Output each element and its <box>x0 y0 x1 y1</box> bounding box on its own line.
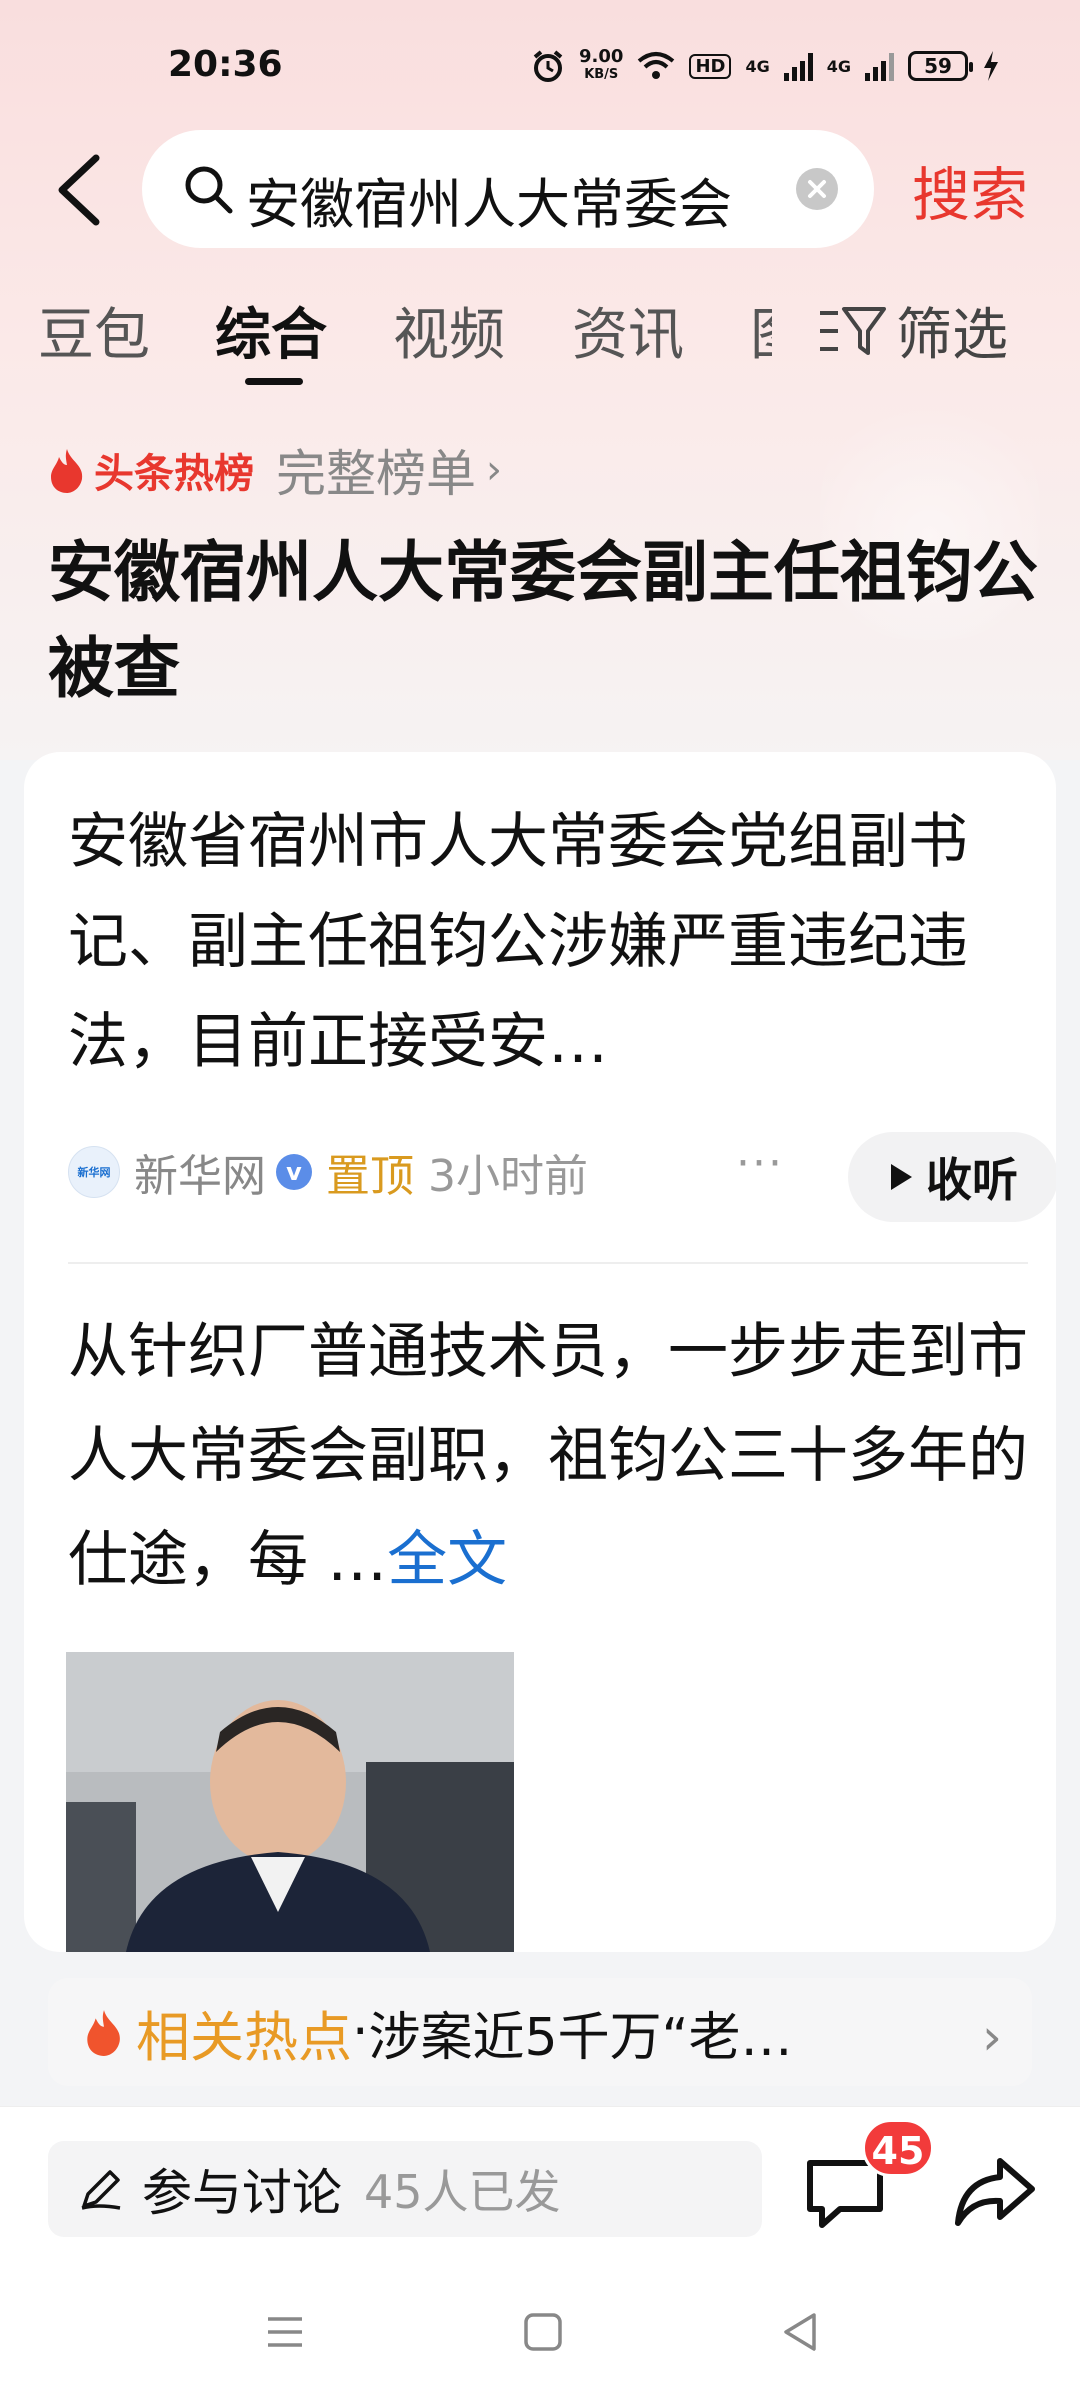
discuss-count: 45人已发 <box>364 2165 561 2219</box>
related-text: 涉案近5千万“老… <box>368 2007 793 2068</box>
signal-icon-1 <box>783 51 813 81</box>
play-icon <box>891 1164 912 1190</box>
comment-count-badge: 45 <box>862 2119 934 2177</box>
chevron-right-icon: › <box>982 2008 1002 2066</box>
tab-image-label: 图 <box>750 303 772 368</box>
charging-icon <box>984 51 998 81</box>
home-icon[interactable] <box>520 2309 566 2355</box>
hd-badge: HD <box>689 53 732 79</box>
listen-label: 收听 <box>926 1153 1018 1207</box>
related-hot-topics[interactable]: 相关热点 · 涉案近5千万“老… › <box>48 1978 1032 2086</box>
net-speed-unit: KB/S <box>584 67 619 82</box>
category-tabs: 豆包 综合 视频 资讯 图 筛选 <box>0 290 1080 390</box>
alarm-icon <box>533 50 563 82</box>
discuss-input[interactable]: 参与讨论 45人已发 <box>48 2141 762 2237</box>
net-speed-value: 9.00 <box>579 46 624 67</box>
net-gen-2: 4G <box>826 56 851 76</box>
related-label: 相关热点 <box>136 2005 352 2069</box>
related-separator: · <box>352 2002 369 2062</box>
tab-comprehensive[interactable]: 综合 <box>215 290 327 371</box>
back-arrow-icon[interactable] <box>48 150 118 230</box>
verified-icon: v <box>276 1154 312 1190</box>
wifi-icon <box>638 52 675 79</box>
article-2-body: 从针织厂普通技术员，一步步走到市人大常委会副职，祖钧公三十多年的仕途，每 … <box>68 1317 1028 1595</box>
share-icon[interactable] <box>950 2147 1040 2237</box>
article-1-text[interactable]: 安徽省宿州市人大常委会党组副书记、副主任祖钧公涉嫌严重违纪违法，目前正接受安… <box>68 792 1028 1092</box>
filter-icon <box>820 306 886 355</box>
flame-icon <box>51 449 83 493</box>
tab-image-partial[interactable]: 图 <box>750 290 772 370</box>
status-time: 20:36 <box>168 44 283 85</box>
back-triangle-icon[interactable] <box>778 2309 824 2355</box>
active-tab-indicator <box>245 378 303 385</box>
article-1-meta: 新华网 新华网 v 置顶 3小时前 ··· 收听 <box>68 1132 1056 1222</box>
search-input[interactable]: 安徽宿州人大常委会 <box>142 130 874 248</box>
tab-doubao[interactable]: 豆包 <box>38 290 150 371</box>
full-text-link[interactable]: 全文 <box>387 1525 507 1595</box>
status-icons: 9.00 KB/S HD 4G 4G 59 <box>531 48 1000 84</box>
discuss-label: 参与讨论 <box>142 2164 342 2222</box>
tab-video[interactable]: 视频 <box>393 290 505 371</box>
source-logo: 新华网 <box>68 1146 120 1198</box>
search-query: 安徽宿州人大常委会 <box>246 173 732 236</box>
chevron-right-icon: › <box>486 447 502 493</box>
net-speed: 9.00 KB/S <box>579 48 623 84</box>
publish-time: 3小时前 <box>428 1151 588 1202</box>
article-2-text[interactable]: 从针织厂普通技术员，一步步走到市人大常委会副职，祖钧公三十多年的仕途，每 …全文 <box>68 1300 1038 1612</box>
battery-indicator: 59 <box>908 51 973 81</box>
hot-list-row[interactable]: 头条热榜 完整榜单 › <box>48 440 502 503</box>
more-options-icon[interactable]: ··· <box>736 1138 784 1189</box>
close-icon <box>808 180 826 198</box>
filter-button[interactable]: 筛选 <box>818 290 1008 371</box>
tab-news[interactable]: 资讯 <box>572 290 684 371</box>
divider <box>68 1262 1028 1264</box>
menu-icon[interactable] <box>262 2309 308 2355</box>
source-name[interactable]: 新华网 <box>134 1140 266 1204</box>
signal-icon-2 <box>865 51 894 81</box>
full-list-link[interactable]: 完整榜单 <box>276 434 476 506</box>
hot-topic-title[interactable]: 安徽宿州人大常委会副主任祖钧公被查 <box>48 525 1038 717</box>
hot-list-label: 头条热榜 <box>94 451 254 497</box>
search-icon <box>185 166 233 214</box>
pen-icon <box>81 2170 121 2210</box>
filter-label: 筛选 <box>896 303 1008 368</box>
net-gen-1: 4G <box>745 56 770 76</box>
flame-icon <box>87 2010 120 2056</box>
article-photo[interactable] <box>66 1652 514 1952</box>
person-photo <box>66 1652 514 1952</box>
clear-search-button[interactable] <box>796 168 838 210</box>
status-bar: 20:36 9.00 KB/S HD 4G 4G 59 <box>0 0 1080 130</box>
bottom-bar: 参与讨论 45人已发 45 <box>0 2106 1080 2400</box>
pinned-badge: 置顶 <box>326 1151 414 1202</box>
results-card: 安徽省宿州市人大常委会党组副书记、副主任祖钧公涉嫌严重违纪违法，目前正接受安… … <box>24 752 1056 1952</box>
search-button[interactable]: 搜索 <box>912 148 1028 232</box>
listen-button[interactable]: 收听 <box>848 1132 1056 1222</box>
system-nav-bar <box>0 2287 1080 2387</box>
